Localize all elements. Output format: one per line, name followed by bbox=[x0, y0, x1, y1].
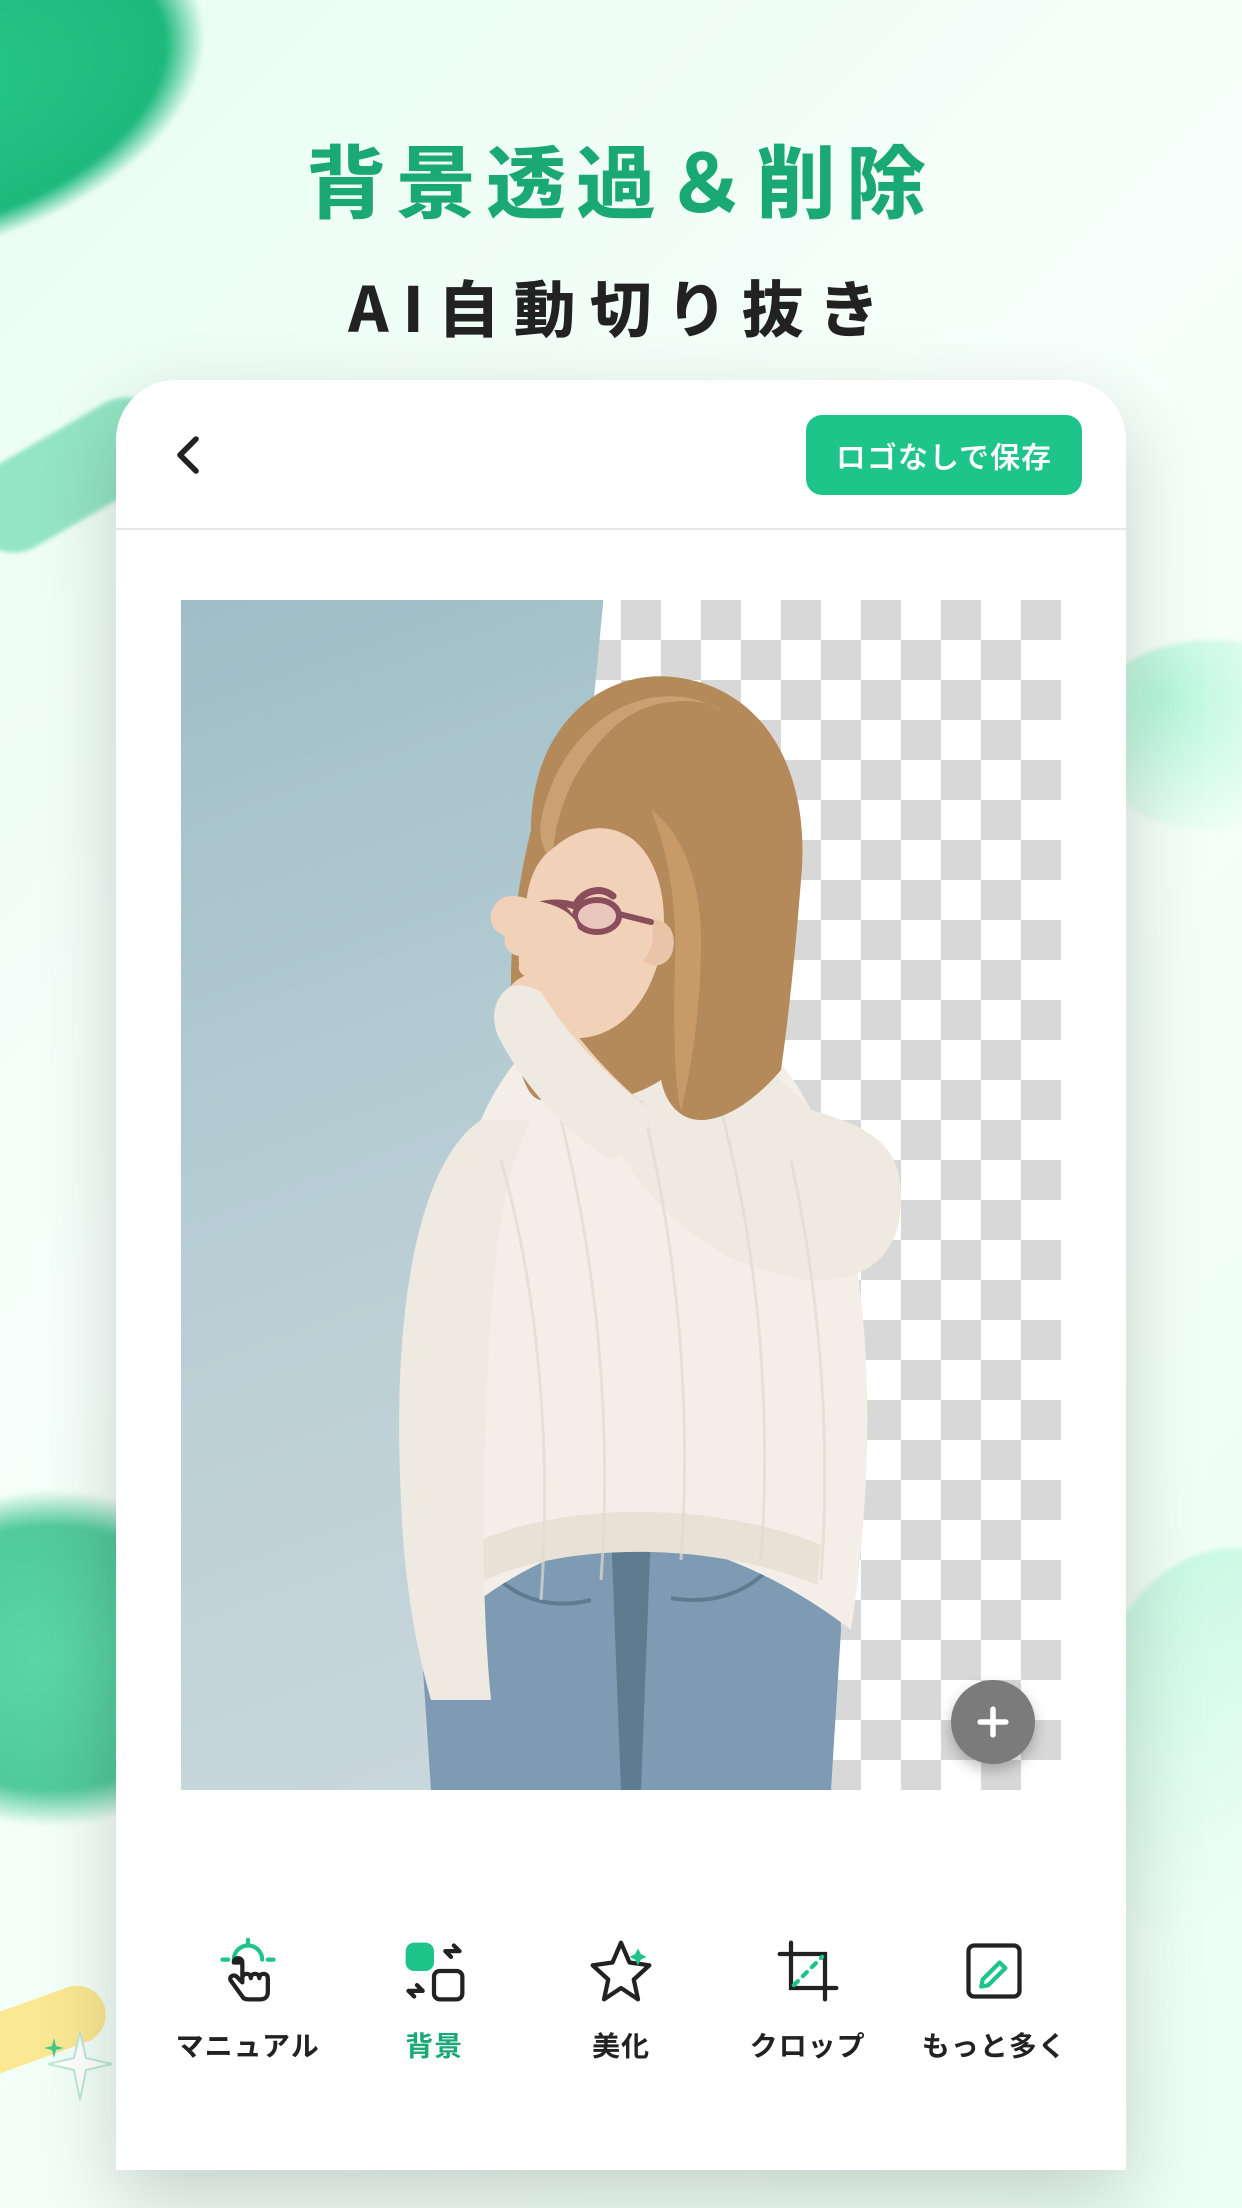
tool-label: マニュアル bbox=[176, 2025, 320, 2065]
crop-icon bbox=[772, 1935, 844, 2007]
phone-frame: ロゴなしで保存 bbox=[116, 380, 1126, 2170]
navbar: ロゴなしで保存 bbox=[116, 380, 1126, 530]
tool-label: もっと多く bbox=[922, 2025, 1067, 2065]
headline-secondary: AI自動切り抜き bbox=[0, 260, 1242, 350]
edit-icon bbox=[958, 1935, 1030, 2007]
bottom-toolbar: マニュアル 背景 bbox=[116, 1910, 1126, 2170]
promo-background: 背景透過＆削除 AI自動切り抜き ロゴなしで保存 bbox=[0, 0, 1242, 2208]
tool-label: 美化 bbox=[592, 2025, 650, 2065]
swap-bg-icon bbox=[398, 1935, 470, 2007]
tool-background[interactable]: 背景 bbox=[359, 1935, 509, 2065]
subject-cutout bbox=[181, 600, 1061, 1790]
back-button[interactable] bbox=[160, 425, 220, 485]
headline-primary: 背景透過＆削除 bbox=[0, 120, 1242, 236]
tool-more[interactable]: もっと多く bbox=[919, 1935, 1069, 2065]
star-icon bbox=[585, 1935, 657, 2007]
sparkle-icon bbox=[40, 2028, 120, 2108]
tool-manual[interactable]: マニュアル bbox=[173, 1935, 323, 2065]
tool-label: 背景 bbox=[405, 2025, 463, 2065]
plus-icon bbox=[971, 1700, 1015, 1744]
tool-beautify[interactable]: 美化 bbox=[546, 1935, 696, 2065]
image-canvas[interactable] bbox=[181, 600, 1061, 1790]
tool-label: クロップ bbox=[750, 2025, 866, 2065]
add-layer-button[interactable] bbox=[951, 1680, 1035, 1764]
chevron-left-icon bbox=[166, 431, 214, 479]
tap-icon bbox=[212, 1935, 284, 2007]
save-without-logo-button[interactable]: ロゴなしで保存 bbox=[806, 415, 1082, 495]
tool-crop[interactable]: クロップ bbox=[733, 1935, 883, 2065]
headline: 背景透過＆削除 AI自動切り抜き bbox=[0, 120, 1242, 350]
